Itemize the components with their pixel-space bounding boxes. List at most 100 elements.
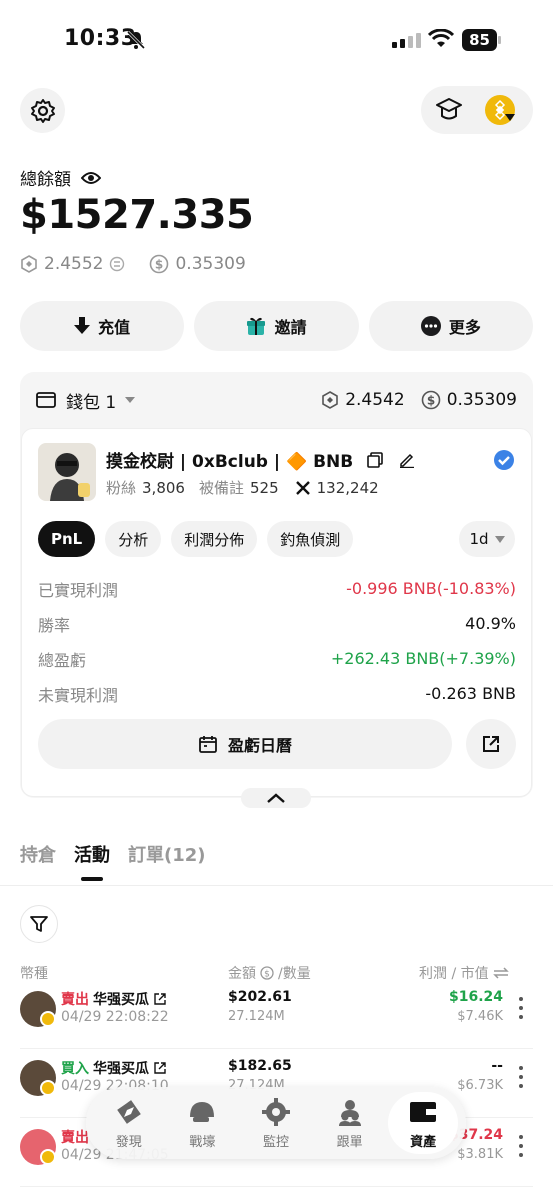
external-link-icon[interactable] [153,992,167,1006]
nav-assets[interactable]: 資產 [388,1092,459,1154]
graduation-cap-icon[interactable] [435,97,463,123]
wallet-name[interactable]: 錢包 1 [66,388,116,413]
chevron-down-icon[interactable] [124,396,136,404]
avatar-image [38,443,96,501]
verified-badge-icon [494,450,514,470]
column-token-label: 幣種 [20,966,48,982]
analysis-chips: PnL 分析 利潤分佈 釣魚偵測 [38,521,354,557]
top-right-actions [421,86,533,134]
invite-label: 邀請 [274,318,307,337]
tx-pnl: -- [491,1058,503,1074]
nav-label: 戰壕 [189,1134,216,1150]
tab-holdings[interactable]: 持倉 [20,841,56,867]
copy-icon[interactable] [367,451,384,468]
chevron-up-icon [267,793,285,803]
status-bar: 10:33 85 [0,0,553,80]
period-select[interactable]: 1d [459,521,515,557]
followers-label: 粉絲 [106,479,137,497]
deposit-label: 充值 [98,318,131,337]
profile-name: 摸金校尉 | 0xBclub | 🔶 BNB [106,452,354,472]
swap-icon [110,256,125,272]
pnl-calendar-button[interactable]: 盈虧日曆 [38,719,452,769]
stat-key: 已實現利潤 [38,580,119,600]
tab-orders[interactable]: 訂單(12) [128,841,206,867]
nav-label: 跟單 [336,1134,363,1150]
external-link-icon[interactable] [153,1061,167,1075]
calendar-icon [199,736,217,753]
gear-icon [30,98,55,123]
sub-balances: 2.4552 $ 0.35309 [20,254,246,274]
filter-button[interactable] [20,905,58,943]
nav-copy-trade[interactable]: 跟單 [315,1092,385,1154]
tx-amount: $182.65 [228,1058,292,1074]
more-vertical-icon[interactable] [519,1066,523,1088]
bnb-icon [21,255,37,273]
column-pnl: 利潤 / 市值 [419,963,509,983]
users-icon [338,1099,361,1126]
transaction-row[interactable]: 賣出 华强买瓜 04/29 22:08:22 $202.61 27.124M $… [20,983,533,1049]
column-amount: 金額 $ /數量 [228,963,311,983]
stat-total-pnl: 總盈虧 +262.43 BNB(+7.39%) [38,641,516,676]
wallet-detail-panel: 摸金校尉 | 0xBclub | 🔶 BNB 粉絲 3,806 被備註 525 … [21,428,532,797]
chip-profit-distribution[interactable]: 利潤分佈 [171,521,258,557]
tx-side: 買入 [61,1061,89,1077]
stat-unrealized-profit: 未實現利潤 -0.263 BNB [38,676,516,711]
collapse-button[interactable] [241,788,311,808]
cell-signal-icon [392,32,421,48]
chip-analysis[interactable]: 分析 [105,521,162,557]
nav-label: 資產 [410,1134,437,1150]
chip-phishing-detection[interactable]: 釣魚偵測 [267,521,354,557]
column-pnl-label: 利潤 / 市值 [419,966,489,982]
balance-label-row: 總餘額 [20,165,101,190]
more-button[interactable]: 更多 [368,301,533,351]
noted-label: 被備註 [198,479,244,497]
external-link-icon [483,736,499,752]
more-dots-icon [420,316,441,336]
noted-count: 525 [249,478,279,497]
stat-realized-profit: 已實現利潤 -0.996 BNB(-10.83%) [38,571,516,606]
tx-pnl: $16.24 [448,989,503,1005]
balance-label: 總餘額 [20,170,71,190]
wifi-icon [428,29,454,47]
swap-arrows-icon[interactable] [492,967,509,979]
nav-monitor[interactable]: 監控 [241,1092,311,1154]
wallet-icon [410,1101,437,1122]
chip-pnl[interactable]: PnL [38,521,96,557]
pnl-calendar-label: 盈虧日曆 [227,736,292,755]
chain-badge-icon [40,1011,56,1027]
pnl-stats: 已實現利潤 -0.996 BNB(-10.83%) 勝率 40.9% 總盈虧 +… [38,571,516,711]
tx-token: 华强买瓜 [93,1061,149,1077]
x-logo-icon[interactable] [295,480,311,496]
share-button[interactable] [466,719,516,769]
profile-avatar[interactable] [38,443,96,501]
helmet-icon [190,1101,215,1122]
battery-indicator: 85 [462,29,502,51]
tx-title: 賣出 华强买瓜 [61,989,167,1009]
stat-key: 未實現利潤 [38,685,119,705]
invite-button[interactable]: 邀請 [194,301,359,351]
stat-key: 總盈虧 [38,650,87,670]
stat-key: 勝率 [38,615,71,635]
deposit-button[interactable]: 充值 [20,301,185,351]
sub-balance-bnb: 2.4552 [44,254,104,274]
battery-level: 85 [469,31,490,49]
sub-balance-usd: 0.35309 [175,254,246,274]
period-value: 1d [469,530,489,548]
currency-toggle-icon[interactable]: $ [260,966,274,980]
tab-activity[interactable]: 活動 [74,841,110,881]
stat-value: -0.263 BNB [425,684,516,703]
eye-icon[interactable] [81,171,101,185]
tx-quantity: 27.124M [228,1009,285,1024]
more-vertical-icon[interactable] [519,1135,523,1157]
arrow-down-icon [74,317,91,334]
nav-discover[interactable]: 發現 [94,1092,164,1154]
more-vertical-icon[interactable] [519,997,523,1019]
edit-icon[interactable] [399,452,415,468]
caret-down-icon [505,114,515,121]
nav-trenches[interactable]: 戰壕 [167,1092,237,1154]
bnb-avatar[interactable] [485,95,515,125]
settings-button[interactable] [20,88,65,133]
tx-time: 04/29 22:08:22 [61,1009,169,1025]
wallet-icon [36,392,56,408]
tx-title: 賣出 [61,1127,89,1147]
